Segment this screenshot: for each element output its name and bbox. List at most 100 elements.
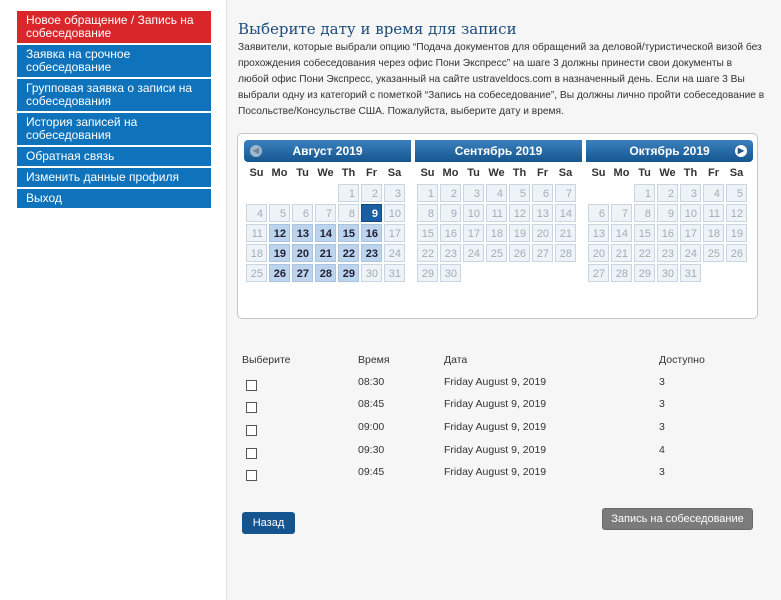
calendar-day: 20	[532, 224, 553, 242]
weekday-header: We	[488, 167, 505, 179]
weekday-header: Tu	[467, 167, 480, 179]
page-description: Заявители, которые выбрали опцию “Подача…	[238, 42, 765, 117]
slot-checkbox[interactable]	[246, 402, 257, 413]
sidebar-item-edit-profile[interactable]: Изменить данные профиля	[17, 168, 211, 189]
column-header-date: Дата	[444, 354, 468, 366]
calendar-day: 9	[657, 204, 678, 222]
calendar-month-header: Октябрь 2019 ▶	[586, 140, 753, 162]
column-header-select: Выберите	[242, 354, 291, 366]
calendar-day: 16	[657, 224, 678, 242]
calendar-day: 12	[509, 204, 530, 222]
weekday-header: Sa	[558, 167, 573, 179]
table-row: 08:30 Friday August 9, 2019 3	[227, 376, 781, 398]
calendar-day: 24	[680, 244, 701, 262]
calendar-day: 13	[532, 204, 553, 222]
calendar-day: 21	[611, 244, 632, 262]
circle-arrow-left-icon[interactable]: ◀	[250, 145, 262, 157]
calendar-day: 22	[634, 244, 655, 262]
circle-arrow-right-icon[interactable]: ▶	[735, 145, 747, 157]
calendar-day: 16	[440, 224, 461, 242]
calendar-day: 18	[246, 244, 267, 262]
calendar-day: 6	[292, 204, 313, 222]
calendar-day: 4	[246, 204, 267, 222]
calendar-day: 23	[440, 244, 461, 262]
calendar-month: Сентябрь 2019 Su Mo Tu We Th Fr Sa 1 2 3 4 5 6 7 8 9 10 1…	[415, 140, 582, 282]
calendar-day: 1	[417, 184, 438, 202]
calendar-day: 29	[634, 264, 655, 282]
calendar-day: 20	[588, 244, 609, 262]
slot-checkbox[interactable]	[246, 448, 257, 459]
calendar-day: 17	[680, 224, 701, 242]
page-title: Выберите дату и время для записи	[238, 20, 517, 38]
calendar-day: 10	[384, 204, 405, 222]
back-button[interactable]: Назад	[242, 512, 295, 534]
calendar-day: 11	[246, 224, 267, 242]
slot-date: Friday August 9, 2019	[444, 398, 547, 410]
calendar-day[interactable]: 23	[361, 244, 382, 262]
weekday-header: We	[659, 167, 676, 179]
calendar-day: 25	[703, 244, 724, 262]
calendar-day[interactable]: 16	[361, 224, 382, 242]
calendar-day: 15	[634, 224, 655, 242]
calendar-day: 2	[657, 184, 678, 202]
sidebar-item-urgent-request[interactable]: Заявка на срочное собеседование	[17, 45, 211, 79]
weekday-header: Fr	[708, 167, 719, 179]
sidebar-item-new-appointment[interactable]: Новое обращение / Запись на собеседовани…	[17, 11, 211, 45]
weekday-header: We	[317, 167, 334, 179]
calendar-day[interactable]: 14	[315, 224, 336, 242]
calendar-day: 6	[532, 184, 553, 202]
table-row: 09:30 Friday August 9, 2019 4	[227, 444, 781, 466]
calendar-day: 9	[440, 204, 461, 222]
calendar-day: 5	[269, 204, 290, 222]
calendar-day: 12	[726, 204, 747, 222]
calendar-day[interactable]: 15	[338, 224, 359, 242]
weekday-header: Tu	[296, 167, 309, 179]
calendar-day: 14	[611, 224, 632, 242]
slot-checkbox[interactable]	[246, 425, 257, 436]
calendar-day: 8	[634, 204, 655, 222]
calendar-month-title: Август 2019	[292, 144, 363, 158]
sidebar-item-feedback[interactable]: Обратная связь	[17, 147, 211, 168]
calendar-day: 18	[703, 224, 724, 242]
calendar-day: 30	[657, 264, 678, 282]
sidebar-item-group-request[interactable]: Групповая заявка о записи на собеседован…	[17, 79, 211, 113]
calendar-days-grid: Su Mo Tu We Th Fr Sa 1 2 3 4 5 6 7 8 9 10 11 12 13 14 15 16 17 1…	[417, 164, 582, 282]
book-interview-button[interactable]: Запись на собеседование	[602, 508, 753, 530]
weekday-header: Su	[249, 167, 264, 179]
calendar-day[interactable]: 21	[315, 244, 336, 262]
calendar-day[interactable]: 19	[269, 244, 290, 262]
calendar-month-header: ◀ Август 2019	[244, 140, 411, 162]
calendar-day[interactable]: 22	[338, 244, 359, 262]
calendar-day: 6	[588, 204, 609, 222]
weekday-header: Th	[683, 167, 698, 179]
calendar-day[interactable]: 9	[361, 204, 382, 222]
calendar-day[interactable]: 12	[269, 224, 290, 242]
calendar-day: 3	[463, 184, 484, 202]
slot-date: Friday August 9, 2019	[444, 444, 547, 456]
calendar-day[interactable]: 27	[292, 264, 313, 282]
calendar-day[interactable]: 20	[292, 244, 313, 262]
calendar-day: 29	[417, 264, 438, 282]
weekday-header: Mo	[613, 167, 630, 179]
calendar-day: 11	[703, 204, 724, 222]
sidebar-item-logout[interactable]: Выход	[17, 189, 211, 210]
calendar-day[interactable]: 26	[269, 264, 290, 282]
calendar-day[interactable]: 28	[315, 264, 336, 282]
weekday-header: Th	[341, 167, 356, 179]
calendar-day: 30	[361, 264, 382, 282]
weekday-header: Fr	[537, 167, 548, 179]
calendar-day: 11	[486, 204, 507, 222]
calendar-day[interactable]: 29	[338, 264, 359, 282]
calendar-day: 27	[532, 244, 553, 262]
sidebar-item-history[interactable]: История записей на собеседования	[17, 113, 211, 147]
weekday-header: Tu	[638, 167, 651, 179]
calendar-day: 25	[246, 264, 267, 282]
slot-available: 3	[659, 466, 665, 478]
calendar-day[interactable]: 13	[292, 224, 313, 242]
weekday-header: Su	[420, 167, 435, 179]
slot-date: Friday August 9, 2019	[444, 376, 547, 388]
slot-checkbox[interactable]	[246, 380, 257, 391]
calendar-day: 28	[611, 264, 632, 282]
slot-checkbox[interactable]	[246, 470, 257, 481]
slot-available: 3	[659, 398, 665, 410]
